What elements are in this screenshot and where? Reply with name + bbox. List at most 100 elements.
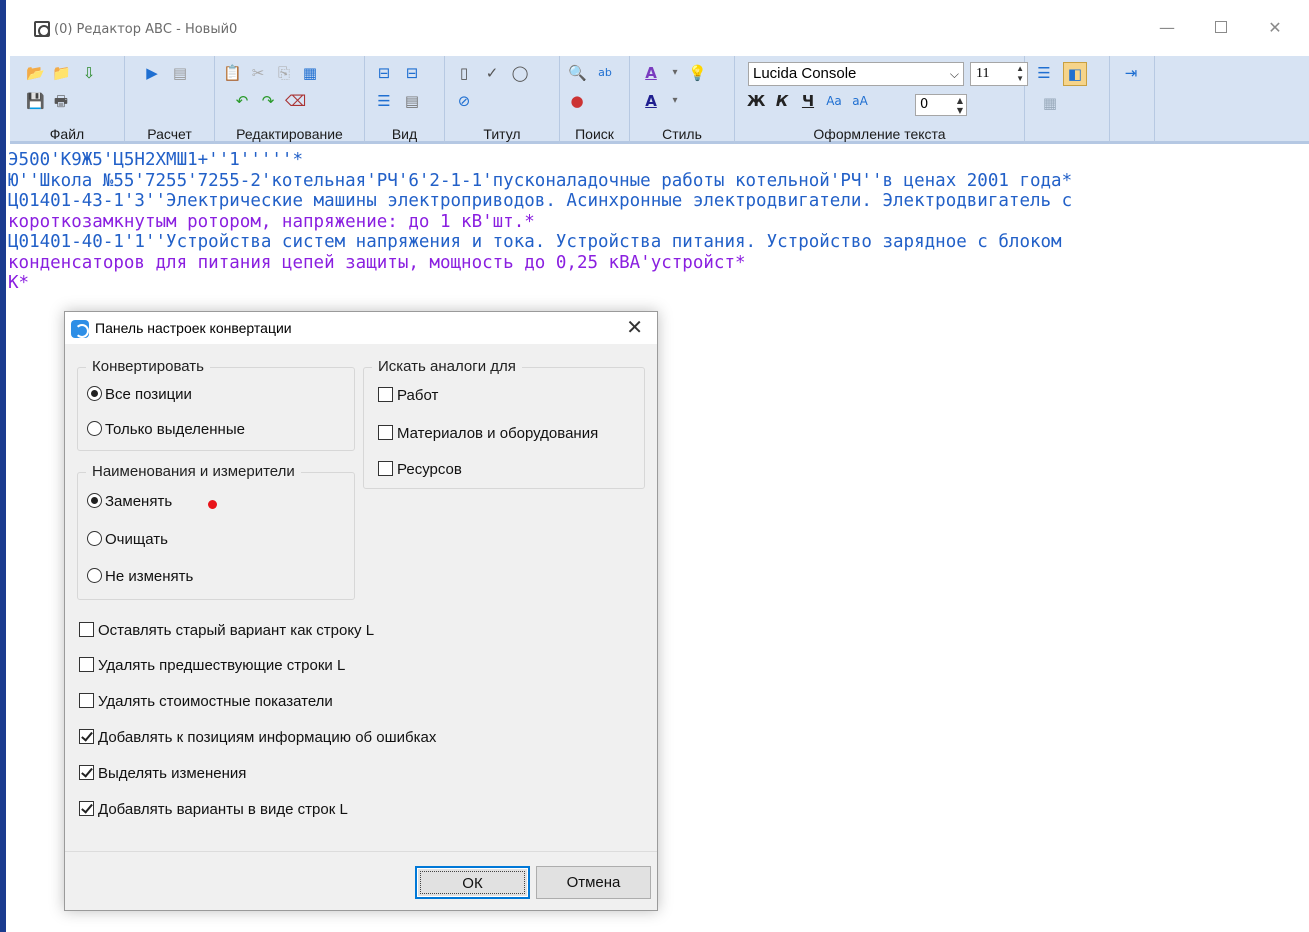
view-doc-icon[interactable]: ▤ bbox=[403, 92, 421, 110]
group-label-text-format: Оформление текста bbox=[813, 126, 946, 142]
analogs-works-checkbox[interactable]: Работ bbox=[378, 387, 438, 404]
group-label-title: Титул bbox=[483, 126, 521, 142]
view-split-h-icon[interactable]: ⊟ bbox=[375, 64, 393, 82]
chevron-down-icon: ⌵ bbox=[949, 67, 959, 81]
names-replace-radio[interactable]: Заменять bbox=[87, 493, 172, 510]
group-label-calc: Расчет bbox=[147, 126, 192, 142]
window-title: (0) Редактор АВС - Новый0 bbox=[54, 22, 238, 37]
exit-icon[interactable]: ⇥ bbox=[1122, 64, 1140, 82]
analogs-resources-checkbox[interactable]: Ресурсов bbox=[378, 461, 462, 478]
group-title: ▯ ✓ ◯ ⊘ Титул bbox=[445, 56, 560, 144]
app-icon bbox=[34, 21, 50, 37]
maximize-button[interactable] bbox=[1199, 14, 1243, 42]
find-icon[interactable]: 🔍 bbox=[568, 64, 587, 82]
spacing-value: 0 bbox=[920, 97, 929, 112]
decrease-font-icon[interactable]: aA bbox=[851, 92, 869, 110]
minimize-button[interactable]: — bbox=[1145, 14, 1189, 42]
dialog-title: Панель настроек конвертации bbox=[95, 320, 292, 336]
option-add-errors-checkbox[interactable]: Добавлять к позициям информацию об ошибк… bbox=[79, 729, 436, 746]
open-icon[interactable]: 📂 bbox=[26, 64, 45, 82]
paste-icon[interactable]: 📋 bbox=[223, 64, 242, 82]
group-style: A ▾ 💡 A ▾ Стиль bbox=[630, 56, 735, 144]
editor-line: Э500'К9Ж5'Ц5Н2ХМШ1+''1'''''* bbox=[8, 150, 304, 170]
chevron-down-icon[interactable]: ▾ bbox=[666, 64, 684, 82]
names-clear-radio[interactable]: Очищать bbox=[87, 531, 168, 548]
copy-icon[interactable]: ⎘ bbox=[275, 64, 293, 82]
convert-all-radio[interactable]: Все позиции bbox=[87, 386, 192, 403]
calc-doc-icon[interactable]: ▤ bbox=[171, 64, 189, 82]
option-delete-cost-checkbox[interactable]: Удалять стоимостные показатели bbox=[79, 693, 333, 710]
group-exit: ⇥ bbox=[1110, 56, 1155, 144]
names-clear-label: Очищать bbox=[105, 531, 168, 548]
close-button[interactable]: ✕ bbox=[1253, 14, 1297, 42]
circle-icon[interactable]: ◯ bbox=[511, 64, 529, 82]
option-label: Добавлять к позициям информацию об ошибк… bbox=[98, 729, 437, 746]
spacing-spinner[interactable]: 0 ▲ ▼ bbox=[915, 94, 967, 116]
checkbox-icon bbox=[378, 387, 393, 402]
analogs-resources-label: Ресурсов bbox=[397, 461, 462, 478]
ribbon-toolbar: 📂 📁 ⇩ 💾 🖶 Файл ▶ ▤ Расчет 📋 ✂ ⎘ ▦ ↶ ↷ ⌫ … bbox=[10, 56, 1309, 144]
editor-text-area[interactable]: Э500'К9Ж5'Ц5Н2ХМШ1+''1'''''* Ю''Школа №5… bbox=[8, 150, 1308, 294]
option-delete-prev-checkbox[interactable]: Удалять предшествующие строки L bbox=[79, 657, 345, 674]
checkbox-icon bbox=[79, 622, 94, 637]
group-search: 🔍 ab ● Поиск bbox=[560, 56, 630, 144]
view-rows-icon[interactable]: ☰ bbox=[375, 92, 393, 110]
open-folder-icon[interactable]: 📁 bbox=[52, 64, 71, 82]
replace-icon[interactable]: ab bbox=[596, 64, 614, 82]
redo-icon[interactable]: ↷ bbox=[259, 92, 277, 110]
italic-button[interactable]: К bbox=[773, 92, 791, 110]
convert-selected-radio[interactable]: Только выделенные bbox=[87, 421, 245, 438]
group-label-search: Поиск bbox=[575, 126, 614, 142]
checkbox-icon bbox=[79, 693, 94, 708]
analogs-legend: Искать аналоги для bbox=[372, 358, 522, 375]
group-label-view: Вид bbox=[391, 126, 418, 142]
dialog-close-button[interactable]: ✕ bbox=[626, 315, 643, 339]
font-color-icon[interactable]: A bbox=[642, 92, 660, 110]
red-marker-dot bbox=[208, 500, 217, 509]
title-bar: (0) Редактор АВС - Новый0 — ✕ bbox=[6, 0, 1309, 56]
group-file: 📂 📁 ⇩ 💾 🖶 Файл bbox=[10, 56, 125, 144]
print-icon[interactable]: 🖶 bbox=[52, 92, 70, 110]
group-label-edit: Редактирование bbox=[236, 126, 343, 142]
option-label: Оставлять старый вариант как строку L bbox=[98, 622, 375, 639]
cut-icon[interactable]: ✂ bbox=[249, 64, 267, 82]
edit-table-icon[interactable]: ▦ bbox=[301, 64, 319, 82]
style-font-icon[interactable]: A bbox=[642, 64, 660, 82]
font-size-spinner[interactable]: 11 ▲ ▼ bbox=[970, 62, 1028, 86]
option-highlight-checkbox[interactable]: Выделять изменения bbox=[79, 765, 246, 782]
editor-line: К* bbox=[8, 273, 30, 293]
spacing-spin-arrows-icon[interactable]: ▲ ▼ bbox=[957, 96, 963, 116]
increase-font-icon[interactable]: Aa bbox=[825, 92, 843, 110]
spin-arrows-icon[interactable]: ▲ ▼ bbox=[1016, 64, 1024, 84]
palette-icon[interactable]: ⊘ bbox=[455, 92, 473, 110]
underline-button[interactable]: Ч bbox=[799, 92, 817, 110]
option-add-variants-checkbox[interactable]: Добавлять варианты в виде строк L bbox=[79, 801, 348, 818]
checkbox-checked-icon bbox=[79, 801, 94, 816]
editor-line: короткозамкнутым ротором, напряжение: до… bbox=[8, 211, 535, 232]
option-keep-old-checkbox[interactable]: Оставлять старый вариант как строку L bbox=[79, 622, 374, 639]
undo-icon[interactable]: ↶ bbox=[233, 92, 251, 110]
save-icon[interactable]: 💾 bbox=[26, 92, 45, 110]
option-label: Удалять предшествующие строки L bbox=[98, 657, 346, 674]
run-icon[interactable]: ▶ bbox=[143, 64, 161, 82]
clear-format-icon[interactable]: ⌫ bbox=[285, 92, 306, 110]
bulb-icon[interactable]: 💡 bbox=[688, 64, 707, 82]
ok-button[interactable]: ОК bbox=[415, 866, 530, 899]
names-keep-radio[interactable]: Не изменять bbox=[87, 568, 193, 585]
spellcheck-icon[interactable]: ✓ bbox=[483, 64, 501, 82]
bold-button[interactable]: Ж bbox=[747, 92, 765, 110]
panel-toggle-icon[interactable]: ◧ bbox=[1063, 62, 1087, 86]
font-name-select[interactable]: Lucida Console ⌵ bbox=[748, 62, 964, 86]
editor-line: Ю''Школа №55'7255'7255-2'котельная'РЧ'6'… bbox=[8, 170, 1073, 191]
group-label-file: Файл bbox=[49, 126, 85, 142]
find-color-icon[interactable]: ● bbox=[568, 92, 586, 110]
list-icon[interactable]: ☰ bbox=[1035, 64, 1053, 82]
checkbox-checked-icon bbox=[79, 729, 94, 744]
import-icon[interactable]: ⇩ bbox=[80, 64, 98, 82]
analogs-materials-checkbox[interactable]: Материалов и оборудования bbox=[378, 425, 598, 442]
view-split-v-icon[interactable]: ⊟ bbox=[403, 64, 421, 82]
cancel-button[interactable]: Отмена bbox=[536, 866, 651, 899]
left-border bbox=[0, 0, 6, 932]
title-page-icon[interactable]: ▯ bbox=[455, 64, 473, 82]
font-color-dropdown-icon[interactable]: ▾ bbox=[666, 92, 684, 110]
